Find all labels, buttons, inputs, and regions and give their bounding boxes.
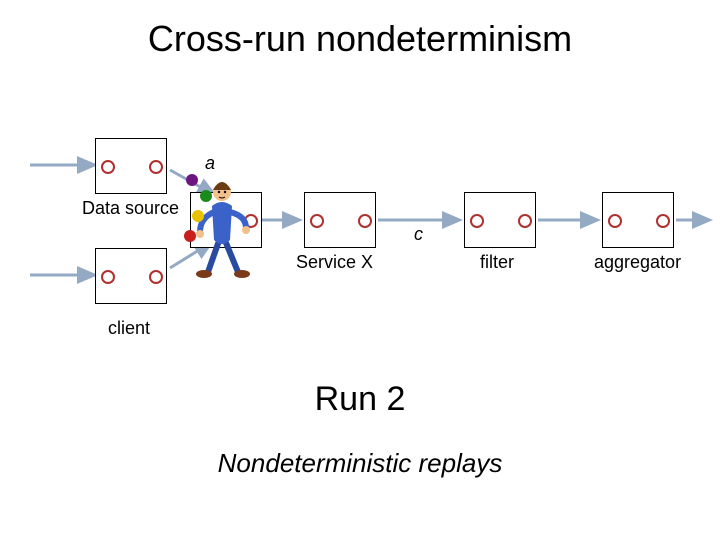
ball-icon xyxy=(184,230,196,242)
node-aggregator xyxy=(602,192,674,248)
label-aggregator: aggregator xyxy=(594,252,681,273)
node-data-source xyxy=(95,138,167,194)
port-out-icon xyxy=(358,214,372,228)
label-filter: filter xyxy=(480,252,514,273)
annotation-c: c xyxy=(414,224,423,245)
page-title: Cross-run nondeterminism xyxy=(0,18,720,60)
label-data-source: Data source xyxy=(82,198,179,219)
node-filter xyxy=(464,192,536,248)
run-label: Run 2 xyxy=(0,380,720,419)
node-service-x xyxy=(304,192,376,248)
ball-icon xyxy=(192,210,204,222)
port-out-icon xyxy=(149,270,163,284)
footer-text: Nondeterministic replays xyxy=(0,448,720,479)
port-out-icon xyxy=(656,214,670,228)
slide: Cross-run nondeterminism Data source a xyxy=(0,0,720,540)
port-out-icon xyxy=(149,160,163,174)
label-client: client xyxy=(108,318,150,339)
port-in-icon xyxy=(470,214,484,228)
port-in-icon xyxy=(608,214,622,228)
port-in-icon xyxy=(101,270,115,284)
label-service-x: Service X xyxy=(296,252,373,273)
ball-icon xyxy=(200,190,212,202)
port-in-icon xyxy=(101,160,115,174)
port-out-icon xyxy=(518,214,532,228)
juggler-icon xyxy=(190,168,260,278)
node-client-source xyxy=(95,248,167,304)
port-in-icon xyxy=(310,214,324,228)
ball-icon xyxy=(186,174,198,186)
